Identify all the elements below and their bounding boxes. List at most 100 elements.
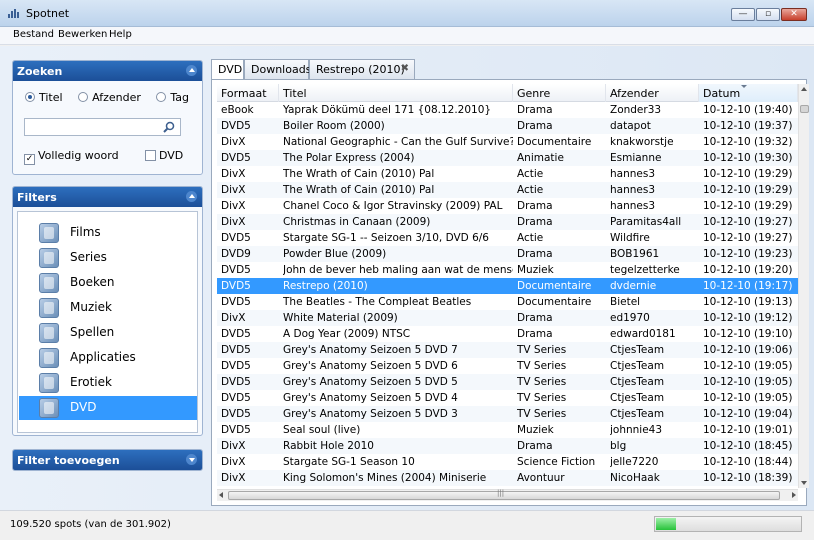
table-row[interactable]: DVD5 Restrepo (2010) Documentaire dvdernie 1… (217, 278, 798, 294)
cell-titel: Grey's Anatomy Seizoen 5 DVD 3 (283, 408, 458, 420)
checkbox-volledig-woord[interactable]: ✓ Volledig woord (24, 149, 119, 165)
cell-titel: Boiler Room (2000) (283, 120, 385, 132)
horizontal-scrollbar[interactable] (217, 489, 798, 501)
minimize-button[interactable]: — (731, 8, 755, 21)
radio-afzender[interactable]: Afzender (78, 91, 141, 104)
column-header-titel[interactable]: Titel (279, 84, 513, 102)
filter-label: DVD (70, 400, 97, 414)
menu-bewerken[interactable]: Bewerken (58, 29, 107, 40)
table-row[interactable]: DVD5 Grey's Anatomy Seizoen 5 DVD 5 TV Ser… (217, 374, 798, 390)
cell-genre: Avontuur (517, 472, 565, 484)
table-row[interactable]: DVD5 A Dog Year (2009) NTSC Drama edward018… (217, 326, 798, 342)
horizontal-scroll-thumb[interactable] (228, 489, 780, 500)
table-row[interactable]: DVD5 Seal soul (live) Muziek johnnie43 10-12… (217, 422, 798, 438)
filter-add-header[interactable]: Filter toevoegen (13, 450, 202, 470)
cell-titel: The Beatles - The Compleat Beatles (283, 296, 472, 308)
scroll-down-arrow-icon[interactable] (801, 481, 807, 485)
table-row[interactable]: DVD5 Grey's Anatomy Seizoen 5 DVD 7 TV Ser… (217, 342, 798, 358)
cell-afzender: blg (610, 440, 627, 452)
cell-genre: TV Series (517, 360, 567, 372)
filter-add-panel[interactable]: Filter toevoegen (12, 449, 203, 471)
table-row[interactable]: DivX Chanel Coco & Igor Stravinsky (2009)… (217, 198, 798, 214)
table-row[interactable]: DVD5 Stargate SG-1 -- Seizoen 3/10, DVD 6… (217, 230, 798, 246)
table-row[interactable]: DVD9 Powder Blue (2009) Drama BOB1961 10-12-… (217, 246, 798, 262)
table-row[interactable]: DivX The Wrath of Cain (2010) Pal Actie han… (217, 182, 798, 198)
filter-item-films[interactable]: Films (19, 221, 197, 245)
filter-item-spellen[interactable]: Spellen (19, 321, 197, 345)
collapse-chevron-icon[interactable] (186, 65, 197, 76)
cell-genre: Animatie (517, 152, 564, 164)
search-icon[interactable] (163, 121, 175, 133)
vertical-scroll-thumb[interactable] (800, 105, 809, 113)
tab-downloads[interactable]: Downloads (244, 59, 312, 79)
cell-afzender: datapot (610, 120, 651, 132)
scroll-left-arrow-icon[interactable] (219, 492, 223, 498)
column-header-formaat[interactable]: Formaat (217, 84, 279, 102)
radio-tag-label: Tag (170, 91, 189, 104)
table-row[interactable]: DivX National Geographic - Can the Gulf S… (217, 134, 798, 150)
checkbox-dvd-label: DVD (159, 149, 184, 162)
radio-titel-circle[interactable] (25, 92, 35, 102)
radio-titel[interactable]: Titel (25, 91, 63, 104)
column-header-datum[interactable]: Datum (699, 84, 798, 102)
expand-chevron-icon[interactable] (186, 454, 197, 465)
menu-help[interactable]: Help (109, 29, 132, 40)
search-panel-header[interactable]: Zoeken (13, 61, 202, 81)
table-row[interactable]: DivX White Material (2009) Drama ed1970 10-1… (217, 310, 798, 326)
filters-panel-header[interactable]: Filters (13, 187, 202, 207)
checkbox-volledig-woord-box[interactable]: ✓ (24, 154, 35, 165)
checkbox-dvd[interactable]: DVD (145, 149, 183, 162)
series-icon (39, 248, 59, 268)
cell-titel: Stargate SG-1 -- Seizoen 3/10, DVD 6/6 (283, 232, 489, 244)
filter-item-erotiek[interactable]: Erotiek (19, 371, 197, 395)
filter-item-series[interactable]: Series (19, 246, 197, 270)
vertical-scrollbar[interactable] (798, 84, 809, 488)
cell-afzender: Paramitas4all (610, 216, 682, 228)
tab-dvd[interactable]: DVD (211, 59, 244, 80)
scroll-right-arrow-icon[interactable] (792, 492, 796, 498)
table-row[interactable]: DVD5 Boiler Room (2000) Drama datapot 10-12-… (217, 118, 798, 134)
radio-afzender-circle[interactable] (78, 92, 89, 102)
music-icon (39, 298, 59, 318)
cell-afzender: Esmianne (610, 152, 662, 164)
cell-datum: 10-12-10 (19:27) (703, 216, 793, 228)
table-row[interactable]: DVD5 The Beatles - The Compleat Beatles Do… (217, 294, 798, 310)
maximize-button[interactable]: ▫ (756, 8, 780, 21)
filter-item-muziek[interactable]: Muziek (19, 296, 197, 320)
radio-tag[interactable]: Tag (156, 91, 189, 104)
cell-datum: 10-12-10 (19:30) (703, 152, 793, 164)
scroll-up-arrow-icon[interactable] (801, 87, 807, 91)
filter-label: Muziek (70, 300, 112, 314)
cell-titel: White Material (2009) (283, 312, 398, 324)
table-row[interactable]: DVD5 John de bever heb maling aan wat de … (217, 262, 798, 278)
cell-afzender: CtjesTeam (610, 376, 665, 388)
filter-item-boeken[interactable]: Boeken (19, 271, 197, 295)
table-row[interactable]: DVD5 Grey's Anatomy Seizoen 5 DVD 6 TV Ser… (217, 358, 798, 374)
table-row[interactable]: DivX The Wrath of Cain (2010) Pal Actie han… (217, 166, 798, 182)
checkbox-dvd-box[interactable] (145, 150, 156, 161)
menu-bestand[interactable]: Bestand (13, 29, 54, 40)
tab-label: Downloads (251, 63, 312, 76)
column-header-genre[interactable]: Genre (513, 84, 606, 102)
close-window-button[interactable]: ✕ (781, 8, 807, 21)
progress-fill (656, 518, 676, 530)
close-tab-icon[interactable]: ✖ (401, 63, 409, 74)
table-row[interactable]: eBook Yaprak Dökümü deel 171 {08.12.2010}… (217, 102, 798, 118)
table-row[interactable]: DVD5 Grey's Anatomy Seizoen 5 DVD 3 TV Ser… (217, 406, 798, 422)
radio-tag-circle[interactable] (156, 92, 167, 102)
table-row[interactable]: DivX Rabbit Hole 2010 Drama blg 10-12-10 (18… (217, 438, 798, 454)
filter-item-applicaties[interactable]: Applicaties (19, 346, 197, 370)
spot-count-text: 109.520 spots (van de 301.902) (10, 519, 171, 530)
collapse-chevron-icon[interactable] (186, 191, 197, 202)
table-row[interactable]: DVD5 Grey's Anatomy Seizoen 5 DVD 4 TV Ser… (217, 390, 798, 406)
cell-datum: 10-12-10 (19:17) (703, 280, 793, 292)
filter-item-dvd[interactable]: DVD (19, 396, 197, 420)
tab-restrepo[interactable]: Restrepo (2010) ✖ (309, 59, 415, 79)
table-row[interactable]: DivX Stargate SG-1 Season 10 Science Ficti… (217, 454, 798, 470)
table-row[interactable]: DVD5 The Polar Express (2004) Animatie Esmi… (217, 150, 798, 166)
table-row[interactable]: DivX Christmas in Canaan (2009) Drama Param… (217, 214, 798, 230)
search-input[interactable] (24, 118, 181, 136)
cell-genre: Drama (517, 328, 553, 340)
table-row[interactable]: DivX King Solomon's Mines (2004) Miniseri… (217, 470, 798, 486)
column-header-afzender[interactable]: Afzender (606, 84, 699, 102)
